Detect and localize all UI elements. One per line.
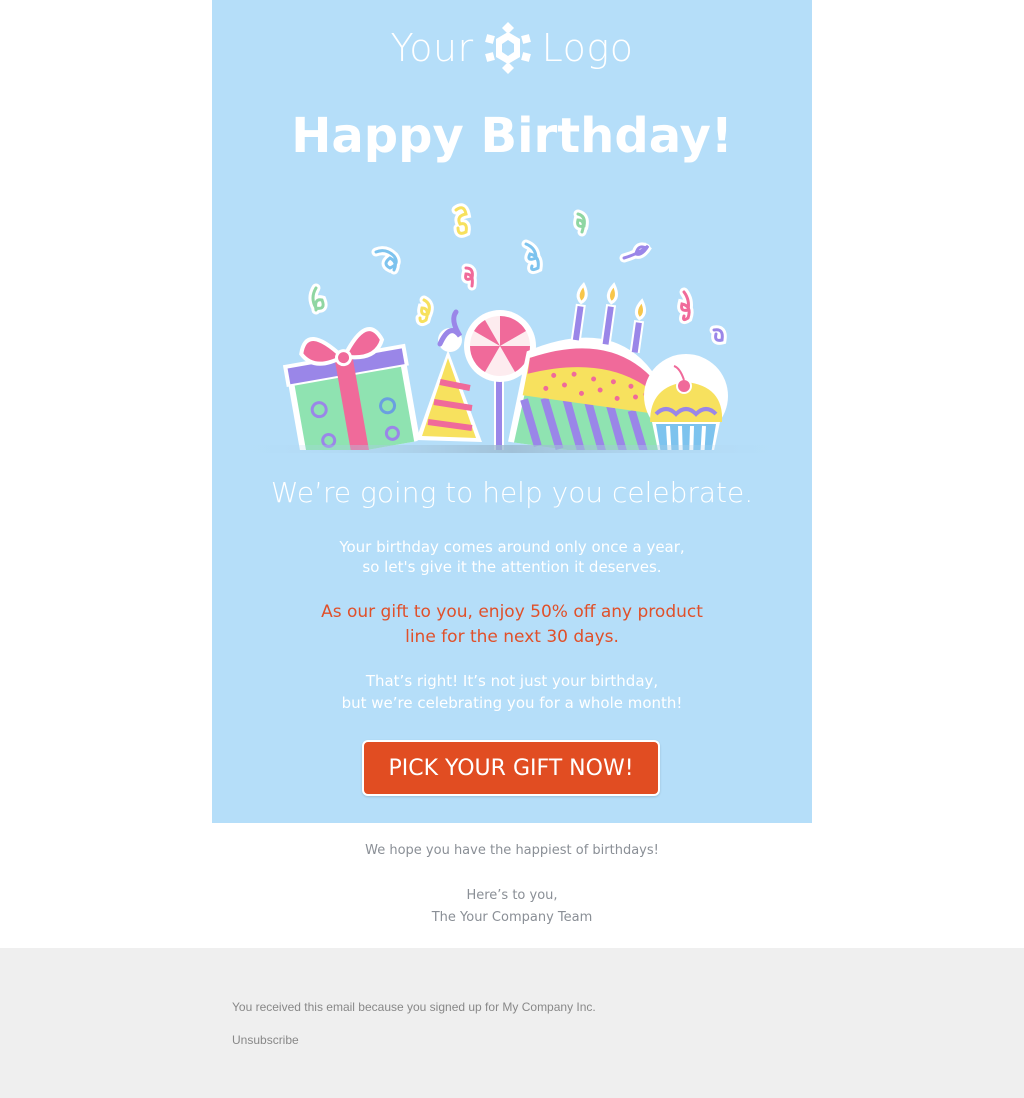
intro-line-1: Your birthday comes around only once a y… <box>339 538 685 556</box>
subheading: We’re going to help you celebrate. <box>270 476 754 509</box>
intro-text: Your birthday comes around only once a y… <box>212 537 812 577</box>
email-card: Your Logo Happy Birthday! We’re going to… <box>212 0 812 823</box>
logo-text-right: Logo <box>541 26 634 70</box>
team-signature: The Your Company Team <box>431 910 593 925</box>
hope-text: We hope you have the happiest of birthda… <box>365 843 659 858</box>
offer-text: As our gift to you, enjoy 50% off any pr… <box>212 600 812 650</box>
celebrate-line-2: but we’re celebrating you for a whole mo… <box>341 694 683 712</box>
birthday-party-illustration <box>226 203 798 453</box>
logo-text-left: Your <box>390 26 474 70</box>
page-title: Happy Birthday! <box>291 108 733 164</box>
celebrate-line-1: That’s right! It’s not just your birthda… <box>365 672 659 690</box>
intro-line-2: so let's give it the attention it deserv… <box>362 558 662 576</box>
logo: Your Logo <box>212 18 812 78</box>
unsubscribe-link[interactable]: Unsubscribe <box>232 1033 299 1047</box>
closing-message: We hope you have the happiest of birthda… <box>0 840 1024 929</box>
offer-line-2: line for the next 30 days. <box>405 627 619 647</box>
celebrate-text: That’s right! It’s not just your birthda… <box>212 670 812 714</box>
footer-note: You received this email because you sign… <box>232 1000 596 1014</box>
hexagon-flower-icon <box>484 22 531 74</box>
pick-gift-button[interactable]: PICK YOUR GIFT NOW! <box>362 740 660 796</box>
footer: You received this email because you sign… <box>0 948 1024 1098</box>
present-box <box>282 327 420 450</box>
offer-line-1: As our gift to you, enjoy 50% off any pr… <box>321 602 703 622</box>
signoff-text: Here’s to you, <box>466 888 558 903</box>
